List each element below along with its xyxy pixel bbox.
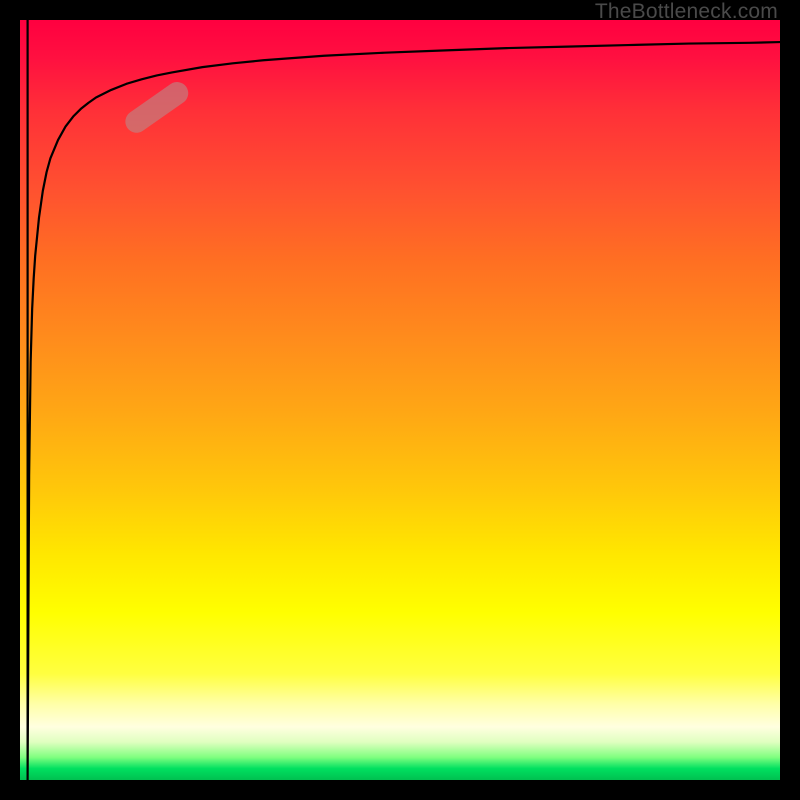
curve-path bbox=[28, 20, 780, 780]
frame-left bbox=[0, 0, 20, 800]
chart-stage: TheBottleneck.com bbox=[0, 0, 800, 800]
plot-area bbox=[20, 20, 780, 780]
watermark-text: TheBottleneck.com bbox=[595, 0, 778, 24]
frame-right bbox=[780, 0, 800, 800]
frame-bottom bbox=[0, 780, 800, 800]
marker-capsule bbox=[121, 78, 193, 137]
curve-layer bbox=[20, 20, 780, 780]
